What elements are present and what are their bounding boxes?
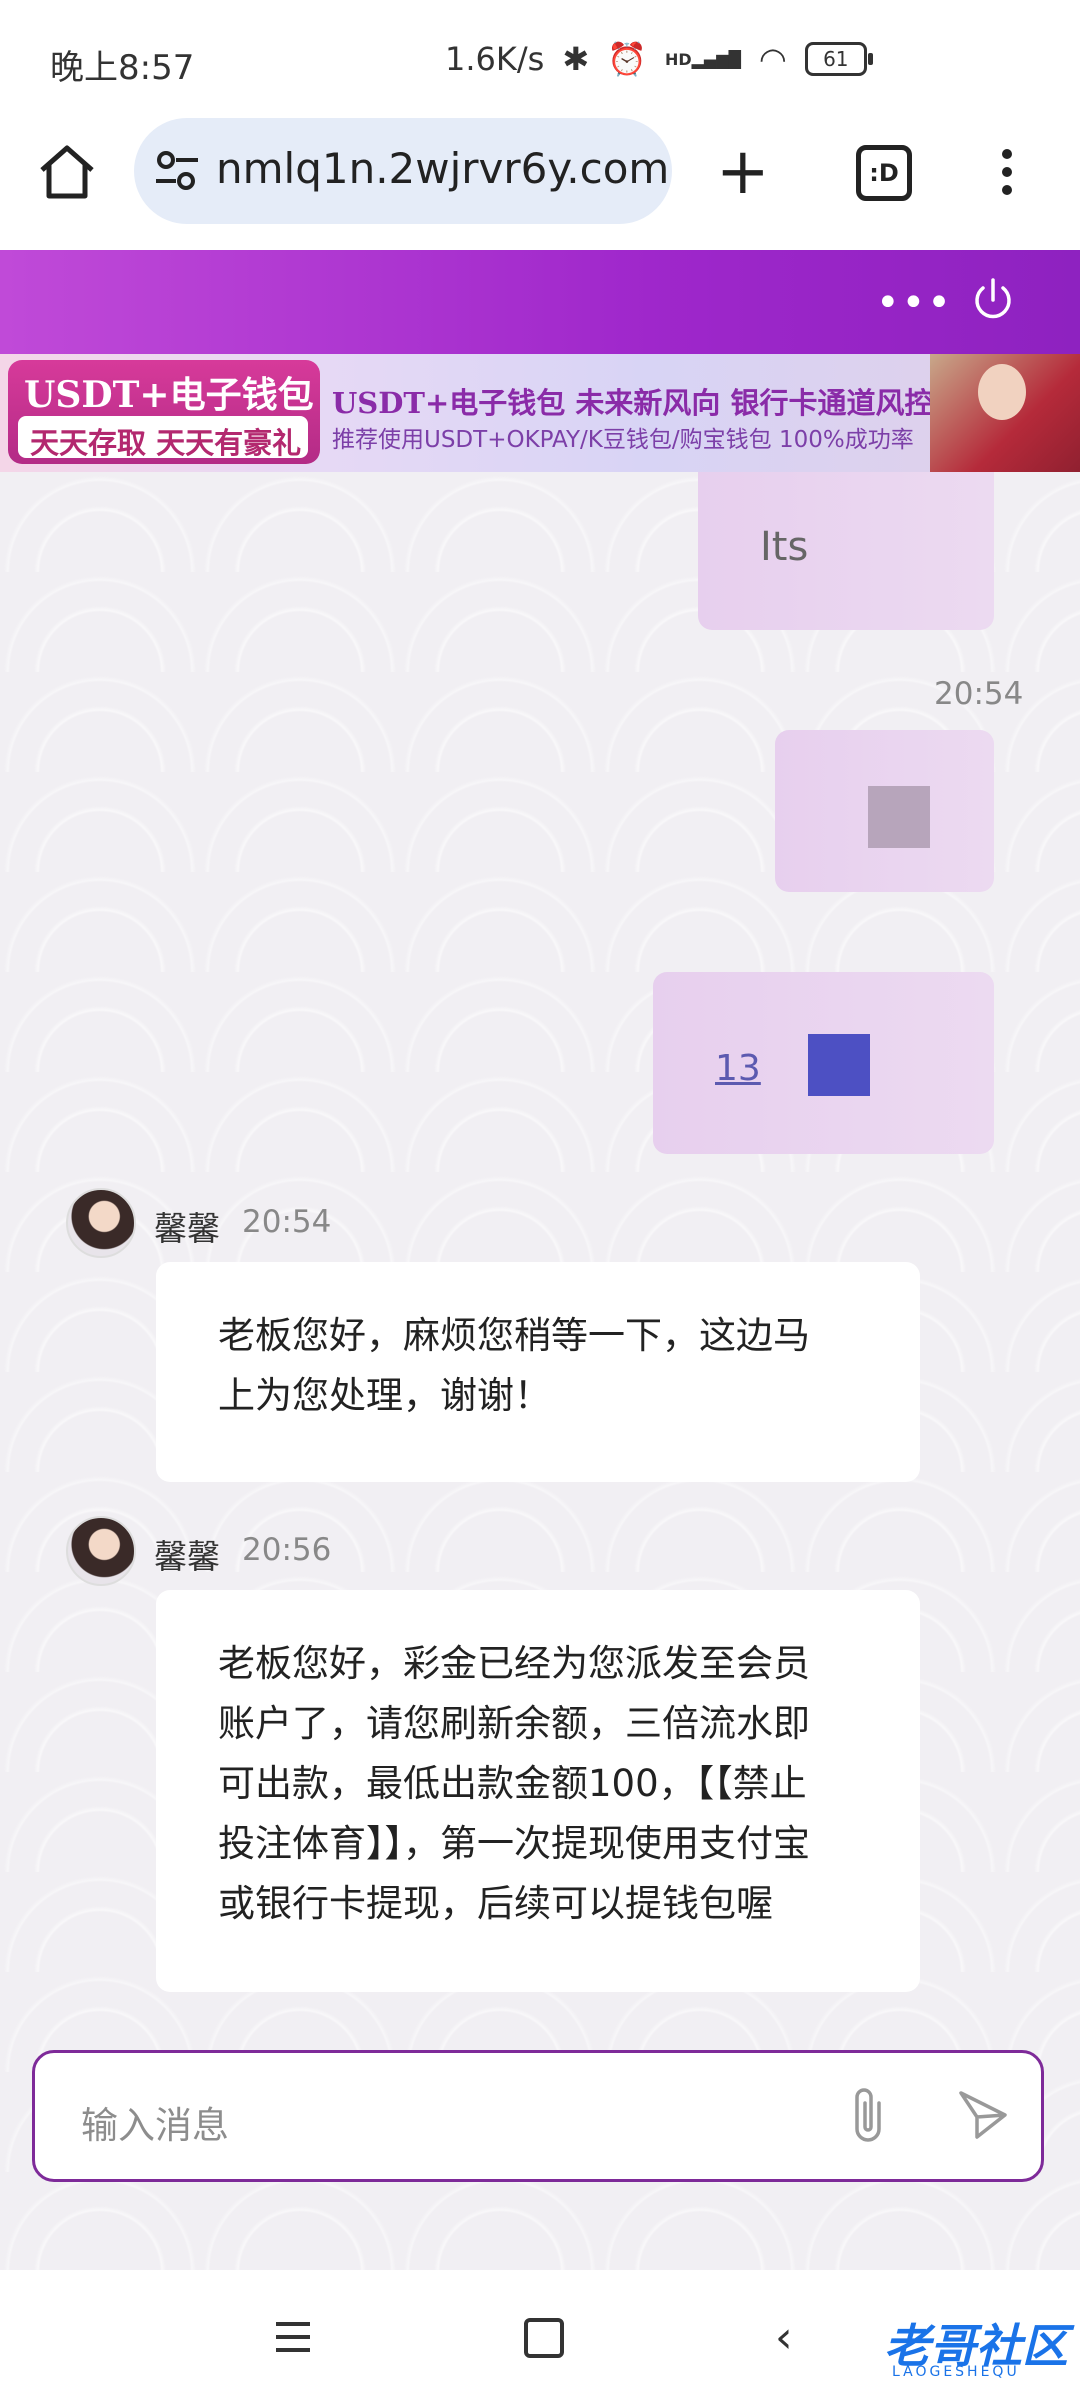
home-icon[interactable] [36, 140, 98, 202]
bluetooth-icon: ✱ [562, 40, 590, 78]
avatar[interactable] [66, 1516, 136, 1586]
banner-headline: USDT+电子钱包 未来新风向 银行卡通道风控厉害 [332, 386, 992, 420]
message-text: 老板您好，彩金已经为您派发至会员 账户了，请您刷新余额，三倍流水即 可出款，最低… [218, 1642, 810, 1925]
site-settings-icon[interactable] [154, 150, 200, 192]
message-time: 20:54 [242, 1204, 332, 1240]
recent-apps-icon[interactable] [276, 2322, 310, 2352]
banner-tag: USDT+电子钱包 天天存取 天天有豪礼 [8, 360, 320, 464]
ad-banner[interactable]: USDT+电子钱包 天天存取 天天有豪礼 USDT+电子钱包 未来新风向 银行卡… [0, 354, 1080, 472]
tab-switcher-button[interactable]: :D [856, 145, 912, 201]
outgoing-message[interactable]: Its [698, 472, 994, 630]
outgoing-message[interactable] [775, 730, 994, 892]
nav-back-icon[interactable]: ‹ [775, 2312, 793, 2363]
url-text: nmlq1n.2wjrvr6y.com [216, 144, 670, 193]
message-text: 老板您好，麻烦您稍等一下，这边马 上为您处理，谢谢！ [218, 1314, 810, 1417]
watermark-sub: LAOGESHEQU [892, 2364, 1020, 2380]
status-icons: 1.6K/s ✱ ⏰ HD▂▄▆█ ◠ 61 [445, 40, 873, 78]
attachment-icon[interactable] [845, 2083, 891, 2149]
more-menu-icon[interactable] [1000, 145, 1014, 201]
more-options-icon[interactable]: ••• [876, 280, 953, 326]
outgoing-message[interactable]: 13 [653, 972, 994, 1154]
message-text: 13 [715, 1048, 761, 1089]
message-input[interactable]: 输入消息 [32, 2050, 1044, 2182]
new-tab-icon[interactable]: + [716, 140, 770, 204]
signal-icon: HD▂▄▆█ [664, 49, 741, 69]
message-time: 20:56 [242, 1532, 332, 1568]
wifi-icon: ◠ [758, 40, 787, 78]
net-speed: 1.6K/s [445, 40, 545, 78]
alarm-icon: ⏰ [607, 40, 647, 78]
banner-tag-title: USDT+电子钱包 [24, 374, 314, 416]
input-placeholder: 输入消息 [81, 2104, 229, 2147]
incoming-message[interactable]: 老板您好，彩金已经为您派发至会员 账户了，请您刷新余额，三倍流水即 可出款，最低… [156, 1590, 920, 1992]
redacted-block [808, 1034, 870, 1096]
avatar[interactable] [66, 1188, 136, 1258]
status-time: 晚上8:57 [50, 48, 195, 88]
send-icon[interactable] [955, 2087, 1011, 2143]
power-icon[interactable] [968, 276, 1018, 326]
network-type: HD [664, 49, 692, 69]
banner-model-image [930, 354, 1080, 472]
banner-tag-sub: 天天存取 天天有豪礼 [30, 426, 302, 460]
banner-subline: 推荐使用USDT+OKPAY/K豆钱包/购宝钱包 100%成功率 [332, 427, 914, 453]
status-bar: 晚上8:57 1.6K/s ✱ ⏰ HD▂▄▆█ ◠ 61 [0, 0, 1080, 120]
sender-name: 馨馨 [154, 1209, 220, 1248]
nav-home-icon[interactable] [524, 2318, 564, 2358]
watermark-logo: 老哥社区 LAOGESHEQU [842, 2302, 1072, 2386]
redacted-block [868, 786, 930, 848]
battery-icon: 61 [804, 42, 873, 76]
address-bar[interactable]: nmlq1n.2wjrvr6y.com [134, 118, 672, 224]
chat-header: ••• [0, 250, 1080, 354]
message-text: Its [760, 524, 809, 570]
message-timestamp: 20:54 [934, 676, 1024, 712]
sender-name: 馨馨 [154, 1537, 220, 1576]
incoming-message[interactable]: 老板您好，麻烦您稍等一下，这边马 上为您处理，谢谢！ [156, 1262, 920, 1482]
